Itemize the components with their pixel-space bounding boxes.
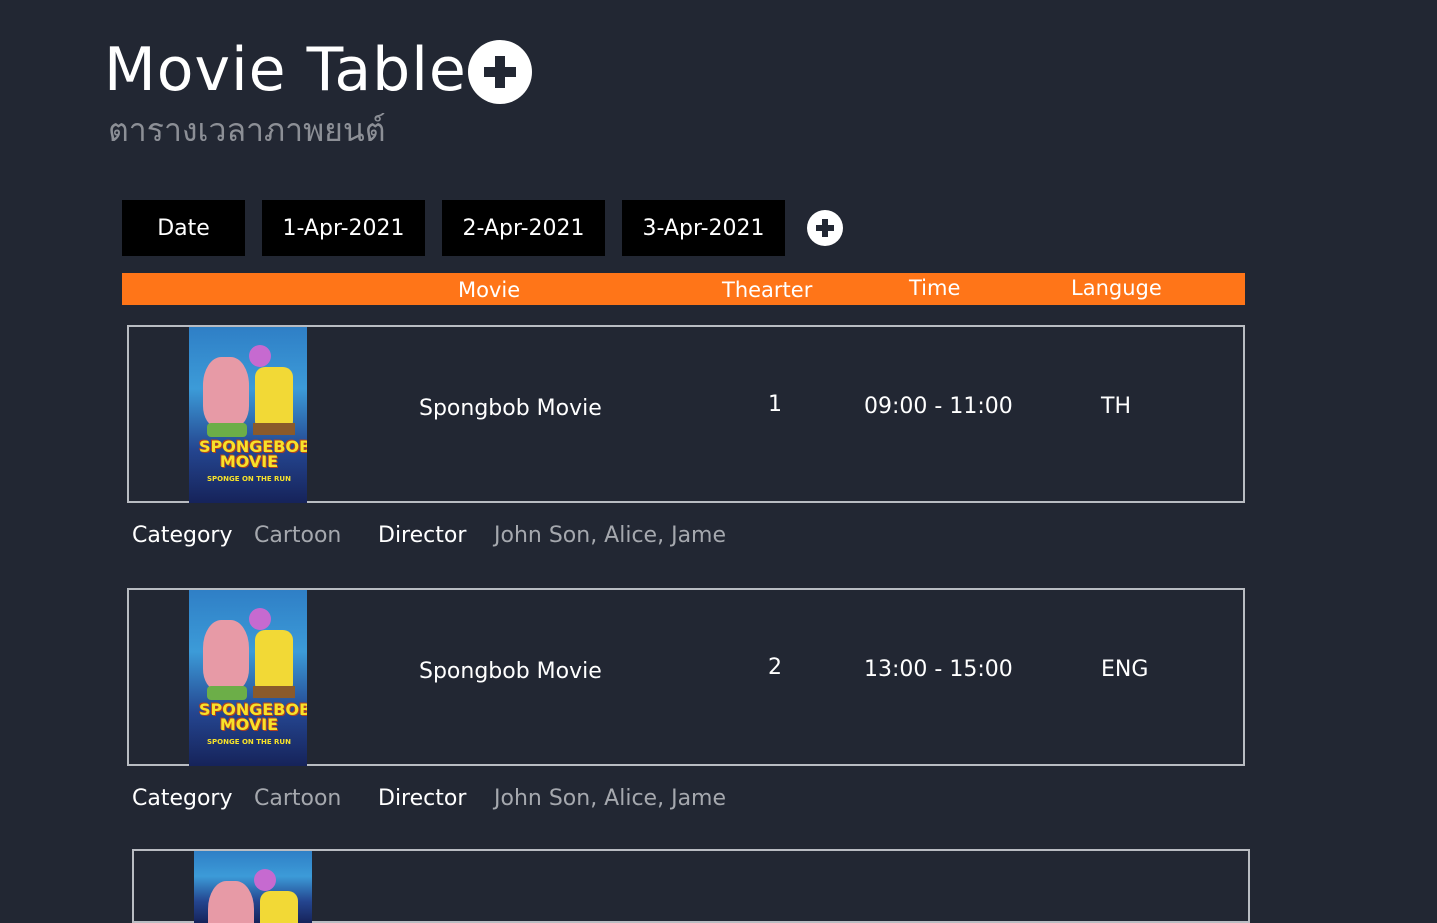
movie-language: ENG (1101, 657, 1149, 682)
movie-time: 09:00 - 11:00 (864, 394, 1013, 419)
plus-icon (484, 56, 516, 88)
date-tab-2[interactable]: 2-Apr-2021 (442, 200, 605, 256)
category-value: Cartoon (254, 786, 342, 811)
page-title: Movie Table (104, 35, 467, 105)
movie-name: Spongbob Movie (419, 396, 602, 421)
header-theater: Thearter (722, 278, 813, 302)
header-language: Languge (1071, 276, 1162, 300)
date-tab-1[interactable]: 1-Apr-2021 (262, 200, 425, 256)
movie-poster-image: SPONGEBOB MOVIE SPONGE ON THE RUN (189, 327, 307, 503)
date-tab-3[interactable]: 3-Apr-2021 (622, 200, 785, 256)
director-value: John Son, Alice, Jame (494, 786, 727, 811)
category-value: Cartoon (254, 523, 342, 548)
movie-row[interactable] (132, 849, 1250, 923)
movie-theater: 1 (768, 392, 782, 417)
movie-language: TH (1101, 394, 1131, 419)
add-date-button[interactable] (807, 210, 843, 246)
category-label: Category (132, 523, 233, 548)
add-movie-button[interactable] (468, 40, 532, 104)
movie-poster-image: SPONGEBOB MOVIE SPONGE ON THE RUN (189, 590, 307, 766)
director-label: Director (378, 523, 467, 548)
director-value: John Son, Alice, Jame (494, 523, 727, 548)
movie-row[interactable]: SPONGEBOB MOVIE SPONGE ON THE RUN Spongbo… (127, 325, 1245, 503)
header-time: Time (909, 276, 961, 300)
table-header: Movie Thearter Time Languge (122, 273, 1245, 305)
header-movie: Movie (458, 278, 521, 302)
movie-theater: 2 (768, 655, 782, 680)
movie-row[interactable]: SPONGEBOB MOVIE SPONGE ON THE RUN Spongbo… (127, 588, 1245, 766)
plus-icon (816, 219, 834, 237)
date-label-button[interactable]: Date (122, 200, 245, 256)
director-label: Director (378, 786, 467, 811)
movie-time: 13:00 - 15:00 (864, 657, 1013, 682)
movie-poster-image (194, 851, 312, 923)
movie-name: Spongbob Movie (419, 659, 602, 684)
page-subtitle: ตารางเวลาภาพยนต์ (108, 111, 386, 149)
category-label: Category (132, 786, 233, 811)
